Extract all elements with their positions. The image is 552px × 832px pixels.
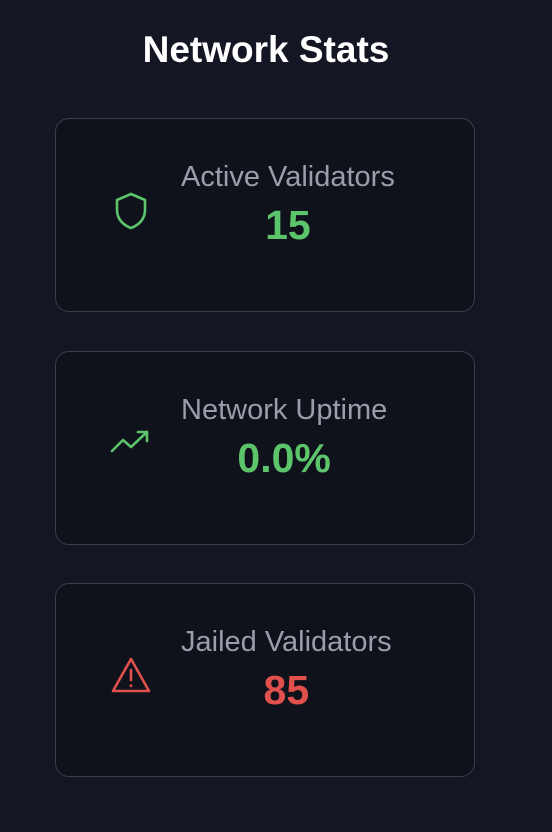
trending-up-icon — [110, 430, 149, 453]
stat-value: 85 — [263, 667, 310, 713]
stat-card-jailed-validators: Jailed Validators 85 — [55, 583, 475, 777]
stat-card-network-uptime: Network Uptime 0.0% — [55, 351, 475, 545]
stat-label: Network Uptime — [181, 394, 388, 426]
page-title: Network Stats — [142, 29, 390, 70]
stat-value: 15 — [265, 202, 311, 248]
shield-icon — [115, 192, 147, 230]
stat-label: Jailed Validators — [181, 626, 392, 658]
stat-value: 0.0% — [237, 435, 331, 481]
stat-label: Active Validators — [181, 161, 395, 193]
stat-text: Jailed Validators 85 — [181, 622, 392, 718]
stat-text: Active Validators 15 — [181, 157, 395, 253]
stat-text: Network Uptime 0.0% — [181, 390, 387, 486]
stat-card-active-validators: Active Validators 15 — [55, 118, 475, 312]
alert-triangle-icon — [111, 657, 151, 693]
